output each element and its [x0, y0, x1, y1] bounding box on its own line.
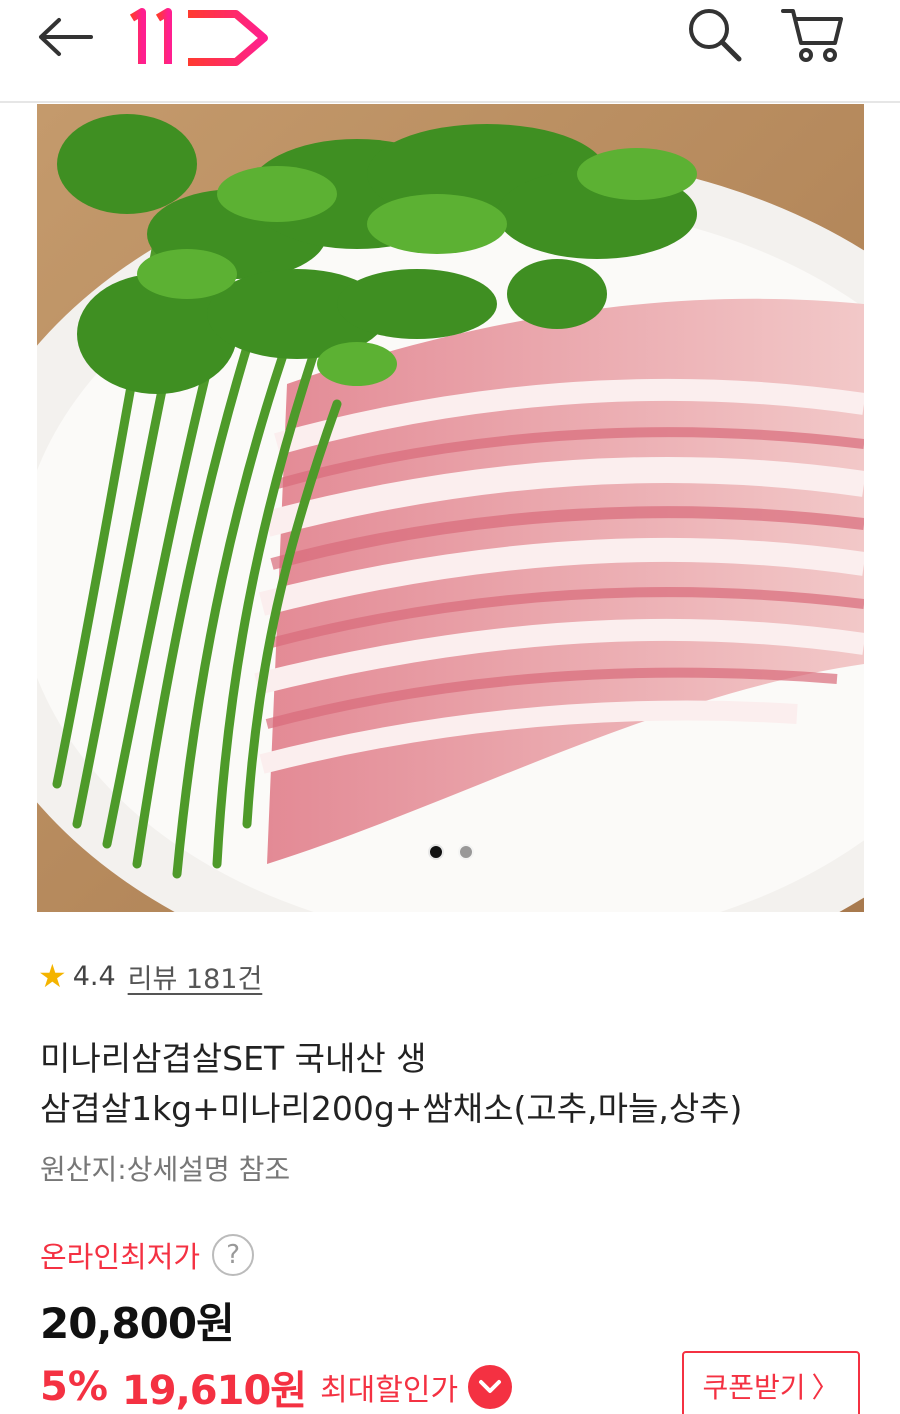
expand-discount-button[interactable]: [468, 1365, 513, 1409]
product-title-line-2: 삼겹살1kg+미나리200g+쌈채소(고추,마늘,상추): [40, 1089, 743, 1128]
help-icon[interactable]: ?: [212, 1234, 255, 1276]
lowest-price-text: 온라인최저가: [40, 1240, 201, 1274]
gallery-dot-1[interactable]: [427, 844, 444, 860]
brand-logo[interactable]: 11: [128, 4, 270, 68]
max-discount-label: 최대할인가: [320, 1373, 459, 1408]
back-button[interactable]: [30, 12, 100, 62]
product-title: 미나리삼겹살SET 국내산 생 삼겹살1kg+미나리200g+쌈채소(고추,마늘…: [40, 1034, 880, 1134]
rating-score: 4.4: [72, 960, 116, 992]
original-price: 20,800원: [40, 1299, 235, 1348]
chevron-right-icon: 〉: [811, 1371, 840, 1404]
product-image-gallery[interactable]: [37, 104, 864, 912]
cart-button[interactable]: [776, 2, 848, 68]
sale-price-row: 5% 19,610원 최대할인가: [40, 1358, 513, 1414]
product-title-line-1: 미나리삼겹살SET 국내산 생: [40, 1039, 427, 1078]
sale-price: 19,610원: [121, 1368, 307, 1414]
review-count-link[interactable]: 리뷰 181건: [128, 957, 263, 996]
product-photo: [37, 104, 864, 912]
gallery-dot-2[interactable]: [457, 844, 474, 860]
get-coupon-button[interactable]: 쿠폰받기 〉: [682, 1351, 860, 1414]
coupon-label: 쿠폰받기: [702, 1371, 806, 1404]
top-bar: 11: [0, 0, 900, 103]
origin-info: 원산지:상세설명 참조: [40, 1153, 291, 1186]
star-icon: ★: [38, 957, 67, 995]
cart-icon: [781, 9, 843, 62]
search-icon: [689, 9, 742, 62]
search-button[interactable]: [682, 2, 748, 68]
gallery-pagination: [37, 844, 864, 860]
arrow-left-icon: [39, 18, 93, 56]
discount-rate: 5%: [40, 1364, 108, 1410]
logo-text: 11: [128, 4, 130, 5]
rating-row: ★ 4.4 리뷰 181건: [38, 954, 262, 998]
lowest-price-label: 온라인최저가 ?: [40, 1234, 255, 1276]
chevron-down-icon: [479, 1380, 502, 1393]
